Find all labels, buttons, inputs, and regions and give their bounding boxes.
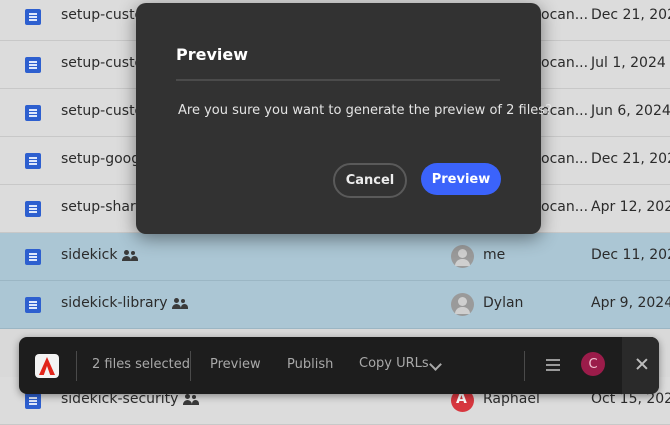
document-icon xyxy=(25,57,41,73)
owner-avatar xyxy=(451,245,474,268)
divider xyxy=(524,351,525,381)
chevron-down-icon[interactable] xyxy=(429,358,442,371)
copy-urls-button[interactable]: Copy URLs xyxy=(359,356,429,371)
menu-icon[interactable] xyxy=(546,359,560,371)
publish-action-button[interactable]: Publish xyxy=(287,357,333,372)
preview-action-button[interactable]: Preview xyxy=(210,357,261,372)
confirm-preview-button[interactable]: Preview xyxy=(421,163,501,195)
file-modified-date: Apr 12, 2024 xyxy=(591,199,670,215)
file-name: setup-custo xyxy=(61,55,144,71)
selection-count: 2 files selected xyxy=(92,357,190,372)
dialog-divider xyxy=(176,79,500,81)
file-modified-date: Dec 11, 2024 xyxy=(591,247,670,263)
file-owner: ocan... xyxy=(541,55,589,71)
file-modified-date: Jun 6, 2024 xyxy=(591,103,670,119)
cancel-button[interactable]: Cancel xyxy=(333,163,407,198)
adobe-logo-icon xyxy=(35,354,59,378)
divider xyxy=(190,351,191,381)
file-modified-date: Dec 21, 2023 xyxy=(591,151,670,167)
document-icon xyxy=(25,201,41,217)
file-name: setup-custo xyxy=(61,103,144,119)
document-icon xyxy=(25,393,41,409)
file-name: sidekick xyxy=(61,247,118,263)
file-owner: me xyxy=(483,247,506,263)
owner-avatar xyxy=(451,293,474,316)
dialog-message: Are you sure you want to generate the pr… xyxy=(178,103,552,118)
table-row[interactable]: sidekick-library Dylan Apr 9, 2024 xyxy=(0,281,670,329)
file-owner: ocan... xyxy=(541,151,589,167)
selection-action-bar: 2 files selected Preview Publish Copy UR… xyxy=(19,337,659,394)
table-row[interactable]: sidekick me Dec 11, 2024 xyxy=(0,233,670,281)
file-modified-date: Jul 1, 2024 xyxy=(591,55,666,71)
preview-dialog: Preview Are you sure you want to generat… xyxy=(136,3,552,234)
document-icon xyxy=(25,9,41,25)
file-name: setup-custo xyxy=(61,7,144,23)
shared-people-icon xyxy=(122,250,138,262)
close-icon[interactable] xyxy=(636,358,648,370)
file-name: setup-share xyxy=(61,199,145,215)
shared-people-icon xyxy=(183,394,199,406)
file-modified-date: Apr 9, 2024 xyxy=(591,295,670,311)
shared-people-icon xyxy=(172,298,188,310)
document-icon xyxy=(25,105,41,121)
file-name: sidekick-library xyxy=(61,295,168,311)
user-avatar[interactable]: C xyxy=(581,352,605,376)
dialog-title: Preview xyxy=(176,45,249,64)
document-icon xyxy=(25,249,41,265)
file-owner: ocan... xyxy=(541,7,589,23)
file-owner: Dylan xyxy=(483,295,524,311)
document-icon xyxy=(25,297,41,313)
divider xyxy=(76,351,77,381)
file-name: setup-goog xyxy=(61,151,141,167)
file-modified-date: Dec 21, 2023 xyxy=(591,7,670,23)
close-button[interactable] xyxy=(622,337,659,394)
file-owner: ocan... xyxy=(541,199,589,215)
document-icon xyxy=(25,153,41,169)
